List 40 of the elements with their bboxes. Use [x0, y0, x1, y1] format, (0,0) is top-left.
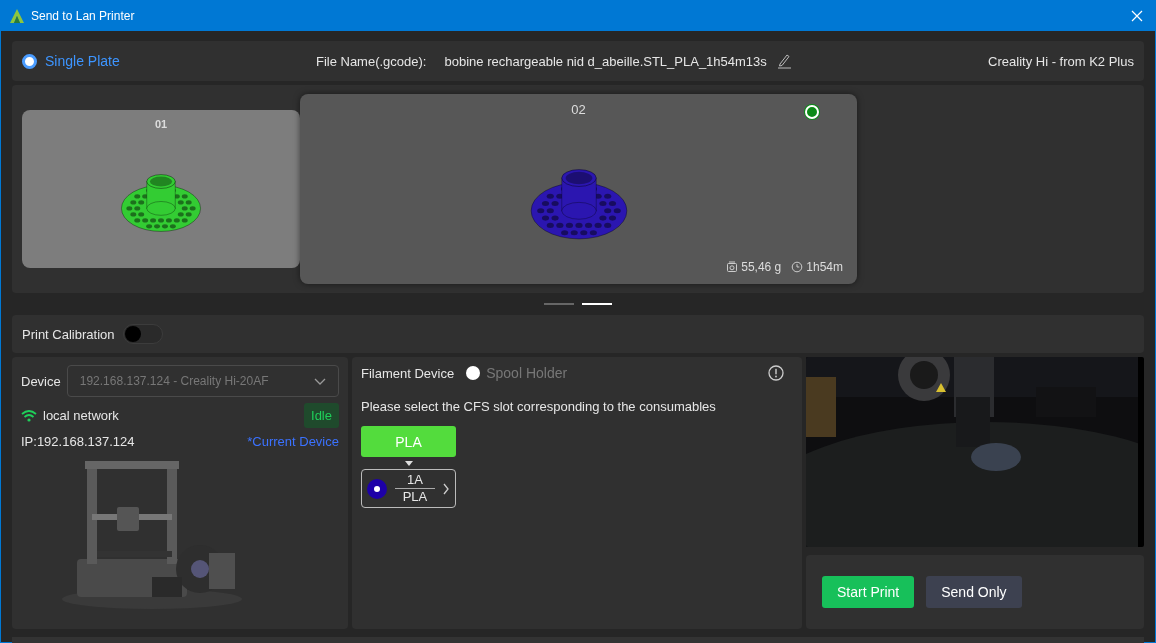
- radio-button[interactable]: [22, 53, 37, 69]
- window-title: Send to Lan Printer: [31, 8, 135, 23]
- device-label: Device: [21, 373, 61, 389]
- info-icon[interactable]: [768, 365, 784, 381]
- wifi-icon: [21, 410, 37, 422]
- plate-number: 01: [154, 118, 168, 130]
- edit-icon[interactable]: [777, 54, 792, 69]
- printer-preset: Creality Hi - from K2 Plus: [988, 53, 1134, 69]
- ip-address: IP:192.168.137.124: [21, 434, 135, 449]
- radio-button[interactable]: [466, 366, 481, 380]
- radio-label[interactable]: Single Plate: [45, 53, 120, 69]
- chevron-down-icon: [314, 377, 326, 385]
- calibration-label: Print Calibration: [22, 326, 115, 342]
- radio-label[interactable]: Spool Holder: [486, 365, 568, 381]
- weight-text: 55,46 g: [741, 260, 782, 274]
- network-label: local network: [43, 408, 119, 423]
- status-badge: Idle: [304, 403, 339, 428]
- start-print-button[interactable]: Start Print: [822, 576, 915, 608]
- file-name-value: bobine rechargeable nid d_abeille.STL_PLA_1h54m13s: [444, 53, 767, 69]
- send-button[interactable]: Send Only: [926, 576, 1022, 608]
- filament-device-label: Filament Device: [361, 365, 455, 381]
- plate-card[interactable]: 01: [22, 110, 300, 268]
- slot-material: PLA: [402, 489, 428, 505]
- device-dropdown[interactable]: 192.168.137.124 - Creality Hi-20AF: [66, 365, 339, 397]
- current-device-label: *Current Device: [247, 434, 339, 449]
- weight-icon: [727, 261, 738, 272]
- time-text: 1h54m: [806, 260, 843, 274]
- plate-number: 02: [571, 102, 586, 117]
- material-button[interactable]: PLA: [361, 426, 456, 457]
- plate-card[interactable]: 02 55,46 g 1h54m: [300, 94, 857, 284]
- close-icon[interactable]: [1131, 9, 1143, 22]
- slot-id: 1A: [407, 472, 423, 488]
- slot-selector[interactable]: 1A PLA: [361, 469, 456, 508]
- app-logo-icon: [10, 8, 24, 23]
- triangle-down-icon: [404, 461, 413, 466]
- file-name-label: File Name(.gcode):: [315, 53, 427, 69]
- clock-icon: [792, 261, 803, 273]
- toggle-switch[interactable]: [122, 324, 163, 344]
- chevron-right-icon: [443, 482, 449, 495]
- instruction-text: Please select the CFS slot corresponding to the consumables: [361, 399, 717, 414]
